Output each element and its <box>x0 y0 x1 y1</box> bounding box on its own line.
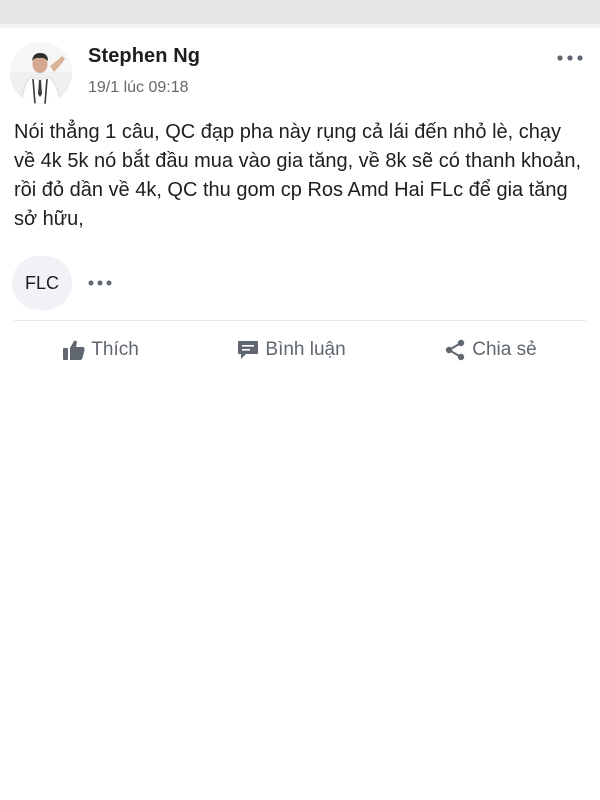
post-text: Nói thẳng 1 câu, QC đạp pha này rụng cả … <box>14 121 582 230</box>
thumbs-up-icon <box>63 340 85 360</box>
author-name[interactable]: Stephen Ng <box>88 45 200 68</box>
more-horizontal-icon <box>557 55 583 61</box>
post-header: Stephen Ng 19/1 lúc 09:18 <box>10 42 590 112</box>
tag-chip-flc[interactable]: FLC <box>12 256 72 310</box>
like-label: Thích <box>91 339 139 360</box>
like-button[interactable]: Thích <box>63 339 139 361</box>
avatar[interactable] <box>10 42 72 104</box>
share-label: Chia sẻ <box>472 339 537 360</box>
more-horizontal-icon <box>88 280 112 286</box>
top-bar <box>0 0 600 28</box>
post-card: Stephen Ng 19/1 lúc 09:18 Nói thẳng 1 câ… <box>0 28 600 800</box>
comment-icon <box>238 341 259 359</box>
tag-row: FLC <box>12 256 118 310</box>
divider <box>14 320 586 321</box>
post-timestamp[interactable]: 19/1 lúc 09:18 <box>88 79 189 97</box>
action-bar: Thích Bình luận Chia sẻ <box>14 330 586 370</box>
share-icon <box>446 339 465 361</box>
post-options-button[interactable] <box>550 46 590 70</box>
profile-photo <box>10 42 72 104</box>
share-button[interactable]: Chia sẻ <box>444 339 537 361</box>
comment-label: Bình luận <box>265 339 346 360</box>
tag-more-button[interactable] <box>82 271 118 295</box>
comment-button[interactable]: Bình luận <box>237 339 346 361</box>
